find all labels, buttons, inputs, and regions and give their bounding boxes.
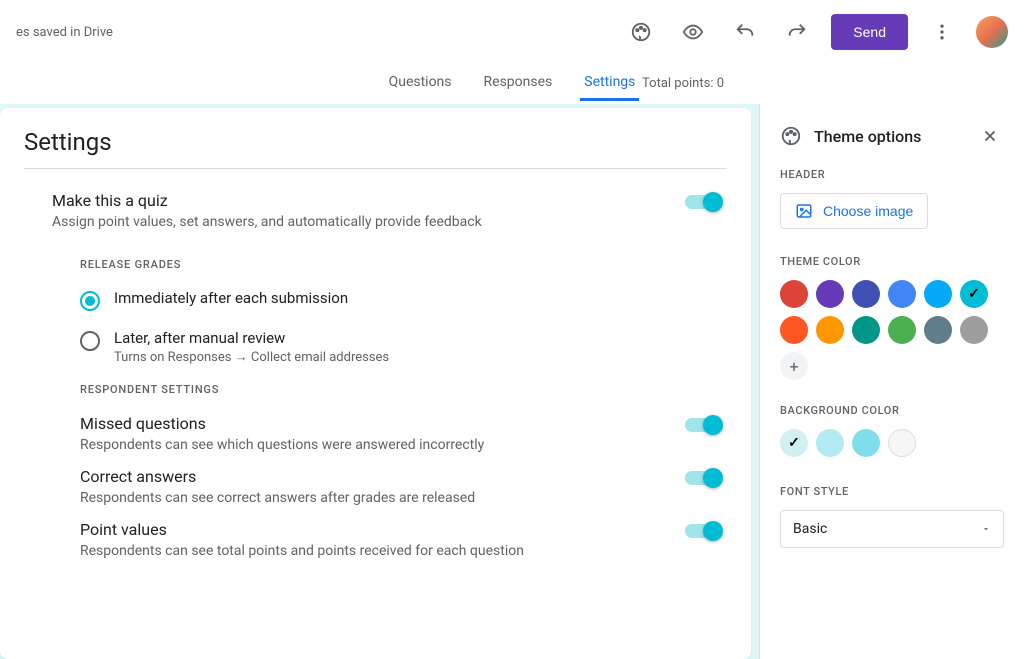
theme-color-swatch[interactable] (780, 316, 808, 344)
theme-color-swatch[interactable] (960, 316, 988, 344)
save-status: es saved in Drive (16, 25, 113, 40)
choose-image-button[interactable]: Choose image (780, 193, 928, 229)
font-value: Basic (793, 521, 827, 537)
chevron-down-icon (981, 524, 991, 534)
font-select[interactable]: Basic (780, 510, 1004, 548)
correct-title: Correct answers (80, 467, 475, 486)
theme-color-swatch[interactable] (924, 316, 952, 344)
page-title: Settings (24, 128, 727, 168)
theme-color-swatch[interactable] (888, 316, 916, 344)
theme-color-swatch[interactable] (852, 316, 880, 344)
radio-later[interactable] (80, 331, 100, 351)
close-icon[interactable] (976, 122, 1004, 150)
avatar[interactable] (976, 16, 1008, 48)
choose-image-label: Choose image (823, 203, 913, 219)
quiz-subtitle: Assign point values, set answers, and au… (52, 214, 482, 230)
theme-color-swatch[interactable] (924, 280, 952, 308)
respondent-settings-label: RESPONDENT SETTINGS (80, 383, 727, 396)
theme-color-swatch[interactable] (960, 280, 988, 308)
redo-icon[interactable] (779, 14, 815, 50)
panel-title: Theme options (814, 127, 921, 146)
quiz-toggle[interactable] (685, 195, 721, 209)
radio-later-sub: Turns on Responses → Collect email addre… (114, 349, 389, 365)
undo-icon[interactable] (727, 14, 763, 50)
bg-color-swatch[interactable] (852, 429, 880, 457)
header-section-label: HEADER (780, 168, 1004, 181)
radio-immediate[interactable] (80, 291, 100, 311)
release-grades-label: RELEASE GRADES (80, 258, 727, 271)
bg-color-label: BACKGROUND COLOR (780, 404, 1004, 417)
correct-sub: Respondents can see correct answers afte… (80, 490, 475, 506)
image-icon (795, 202, 813, 220)
tab-questions[interactable]: Questions (385, 66, 456, 101)
points-sub: Respondents can see total points and poi… (80, 543, 524, 559)
total-points: Total points: 0 (642, 76, 724, 91)
theme-color-label: THEME COLOR (780, 255, 1004, 268)
theme-color-swatch[interactable] (780, 280, 808, 308)
bg-color-swatch[interactable] (888, 429, 916, 457)
add-color-button[interactable]: + (780, 352, 808, 380)
radio-later-label: Later, after manual review (114, 329, 389, 347)
divider (24, 168, 727, 169)
palette-icon (780, 125, 802, 147)
correct-toggle[interactable] (685, 471, 721, 485)
palette-icon[interactable] (623, 14, 659, 50)
theme-color-swatch[interactable] (816, 316, 844, 344)
tab-settings[interactable]: Settings (580, 66, 639, 101)
theme-color-swatch[interactable] (816, 280, 844, 308)
bg-color-swatch[interactable] (816, 429, 844, 457)
quiz-title: Make this a quiz (52, 191, 482, 210)
missed-toggle[interactable] (685, 418, 721, 432)
send-button[interactable]: Send (831, 14, 908, 50)
bg-color-swatch[interactable] (780, 429, 808, 457)
preview-icon[interactable] (675, 14, 711, 50)
theme-panel: Theme options HEADER Choose image THEME … (759, 104, 1024, 659)
points-title: Point values (80, 520, 524, 539)
font-style-label: FONT STYLE (780, 485, 1004, 498)
settings-card: Settings Make this a quiz Assign point v… (0, 108, 751, 659)
points-toggle[interactable] (685, 524, 721, 538)
theme-color-swatch[interactable] (888, 280, 916, 308)
missed-title: Missed questions (80, 414, 484, 433)
theme-color-swatch[interactable] (852, 280, 880, 308)
more-icon[interactable] (924, 14, 960, 50)
tab-responses[interactable]: Responses (480, 66, 557, 101)
missed-sub: Respondents can see which questions were… (80, 437, 484, 453)
radio-immediate-label: Immediately after each submission (114, 289, 348, 307)
